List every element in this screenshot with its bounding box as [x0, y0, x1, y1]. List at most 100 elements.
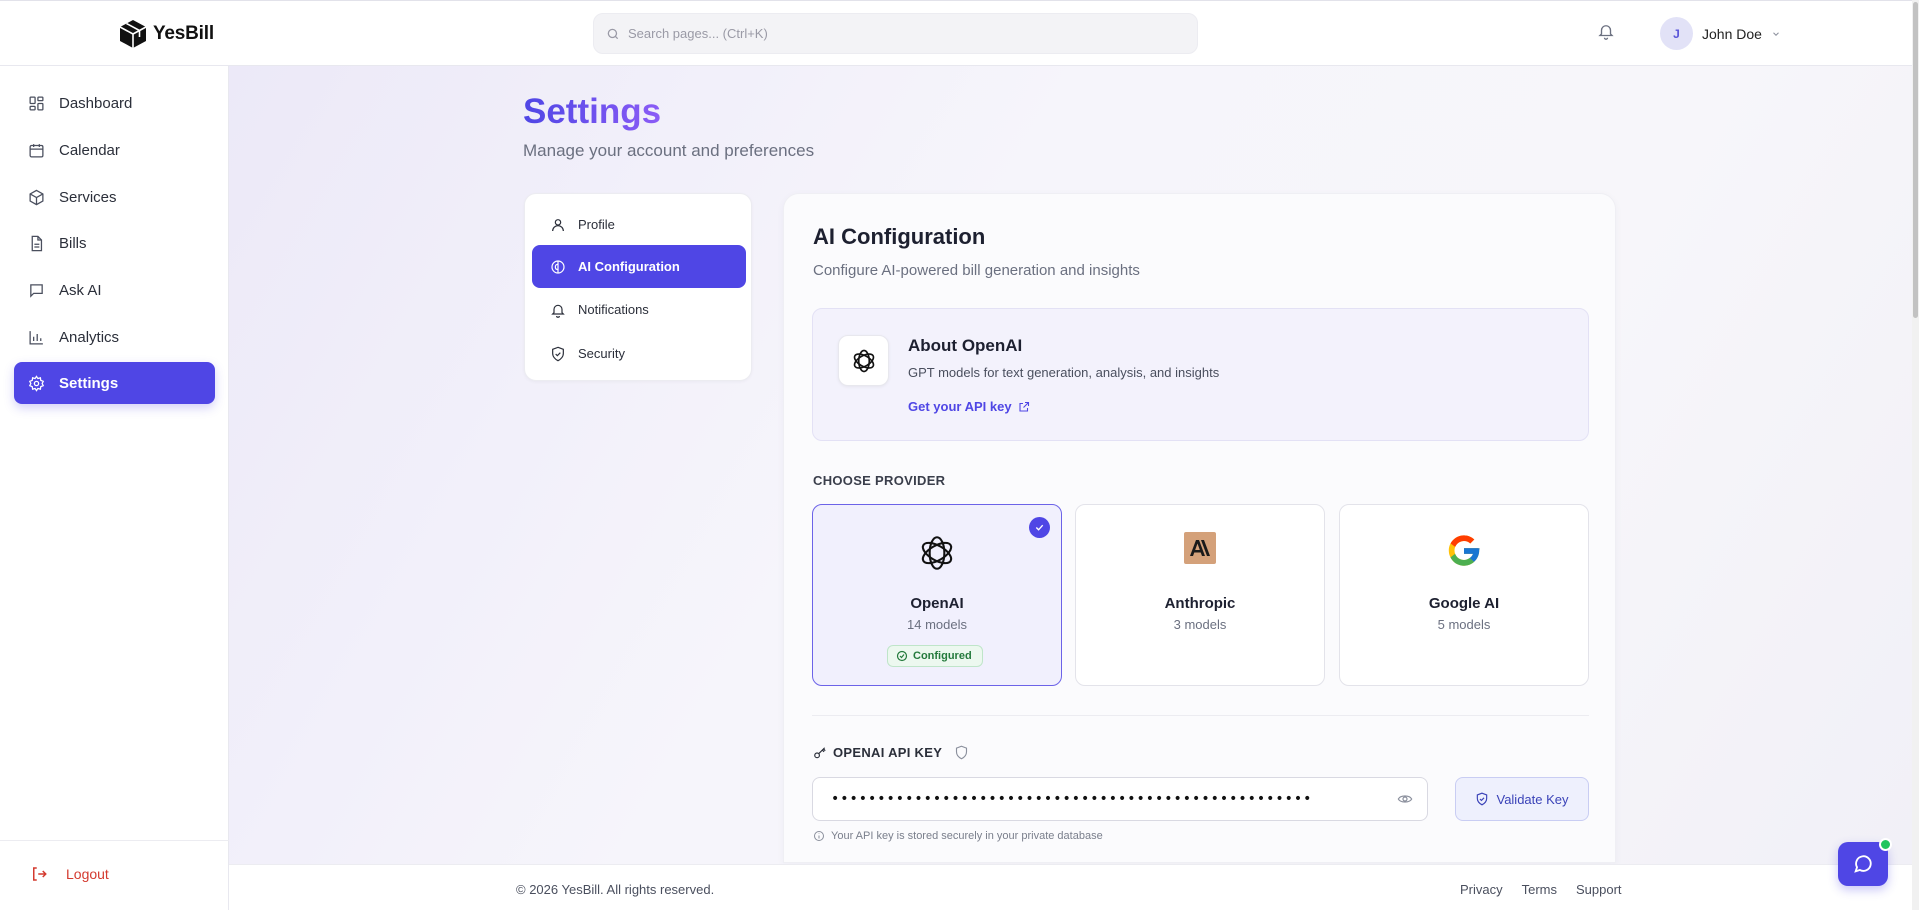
provider-card-anthropic[interactable]: Anthropic 3 models: [1075, 504, 1325, 686]
copyright-text: © 2026 YesBill. All rights reserved.: [516, 882, 715, 897]
footer-link-terms[interactable]: Terms: [1522, 882, 1557, 897]
provider-model-count: 5 models: [1437, 617, 1491, 632]
api-key-label-text: OPENAI API KEY: [833, 745, 943, 760]
page-scrollbar[interactable]: [1912, 0, 1919, 910]
chat-bubble-icon: [1854, 855, 1872, 873]
badge-label: Configured: [913, 650, 972, 662]
validate-key-label: Validate Key: [1496, 791, 1569, 807]
cube-logo-icon: [119, 20, 147, 48]
sidebar: Dashboard Calendar Services Bills Ask AI…: [0, 66, 229, 910]
settings-tab-security[interactable]: Security: [532, 332, 746, 375]
sidebar-item-label: Settings: [59, 374, 119, 392]
api-key-field[interactable]: [812, 777, 1428, 821]
chat-icon: [30, 283, 43, 298]
footer-links: Privacy Terms Support: [1460, 882, 1622, 897]
settings-tab-label: Security: [578, 346, 625, 361]
shield-icon: [552, 346, 564, 361]
settings-nav: Profile AI Configuration Notifications S…: [524, 193, 752, 381]
sidebar-item-calendar[interactable]: Calendar: [14, 129, 215, 171]
chevron-down-icon: [1773, 31, 1779, 36]
settings-tab-label: AI Configuration: [578, 259, 680, 274]
api-key-hint: Your API key is stored securely in your …: [813, 830, 1103, 842]
sidebar-item-label: Dashboard: [59, 94, 133, 112]
page-title: Settings: [523, 92, 662, 131]
calendar-icon: [29, 143, 44, 158]
shield-check-icon: [1477, 792, 1488, 806]
settings-tab-profile[interactable]: Profile: [532, 203, 746, 246]
sidebar-item-dashboard[interactable]: Dashboard: [14, 82, 215, 124]
sidebar-item-label: Calendar: [59, 141, 120, 159]
notifications-bell[interactable]: [1597, 21, 1615, 46]
eye-icon[interactable]: [1397, 791, 1413, 807]
bell-icon: [551, 304, 565, 318]
hint-text: Your API key is stored securely in your …: [831, 830, 1103, 842]
about-title: About OpenAI: [908, 336, 1023, 355]
bell-icon: [1598, 25, 1614, 40]
sidebar-footer: Logout: [0, 840, 229, 910]
user-menu[interactable]: J John Doe: [1660, 17, 1781, 50]
provider-card-google-ai[interactable]: Google AI 5 models: [1339, 504, 1589, 686]
avatar: J: [1660, 17, 1693, 50]
anthropic-icon: [1076, 532, 1324, 564]
api-key-label: OPENAI API KEY: [813, 745, 969, 760]
google-icon: [1340, 532, 1588, 570]
provider-name: OpenAI: [910, 595, 964, 612]
provider-name: Google AI: [1428, 595, 1500, 612]
online-status-dot: [1879, 838, 1892, 851]
sidebar-item-label: Services: [59, 188, 117, 206]
logout-icon: [33, 867, 47, 881]
settings-tab-ai-configuration[interactable]: AI Configuration: [532, 245, 746, 288]
get-api-key-link[interactable]: Get your API key: [908, 399, 1030, 414]
bar-chart-icon: [29, 330, 43, 345]
settings-tab-label: Notifications: [578, 302, 649, 317]
settings-tab-notifications[interactable]: Notifications: [532, 288, 746, 331]
section-divider: [812, 715, 1589, 716]
sidebar-item-services[interactable]: Services: [14, 176, 215, 218]
search-icon: [607, 28, 619, 39]
box-icon: [29, 189, 44, 205]
grid-icon: [29, 95, 44, 111]
openai-icon: [853, 349, 874, 372]
check-circle-icon: [896, 650, 908, 662]
settings-tab-label: Profile: [578, 217, 615, 232]
link-label: Get your API key: [908, 399, 1012, 414]
search-input[interactable]: [628, 26, 1168, 41]
choose-provider-label: CHOOSE PROVIDER: [813, 473, 946, 488]
sidebar-item-analytics[interactable]: Analytics: [14, 316, 215, 358]
ai-configuration-card: AI Configuration Configure AI-powered bi…: [783, 193, 1616, 863]
sidebar-item-label: Bills: [59, 234, 87, 252]
sidebar-item-label: Ask AI: [59, 281, 102, 299]
info-icon: [814, 831, 824, 841]
provider-model-count: 14 models: [907, 617, 967, 632]
provider-card-openai[interactable]: OpenAI 14 models Configured: [812, 504, 1062, 686]
external-link-icon: [1019, 401, 1029, 412]
about-description: GPT models for text generation, analysis…: [908, 365, 1220, 380]
chat-support-button[interactable]: [1838, 838, 1892, 886]
page-footer: © 2026 YesBill. All rights reserved. Pri…: [229, 864, 1912, 910]
brain-icon: [551, 259, 565, 274]
sidebar-item-bills[interactable]: Bills: [14, 222, 215, 264]
section-subtitle: Configure AI-powered bill generation and…: [813, 262, 1140, 279]
sidebar-item-label: Analytics: [59, 328, 120, 346]
logout-button[interactable]: Logout: [30, 865, 109, 883]
user-icon: [552, 218, 564, 231]
footer-link-privacy[interactable]: Privacy: [1460, 882, 1503, 897]
sidebar-item-ask-ai[interactable]: Ask AI: [14, 269, 215, 311]
brand-logo[interactable]: YesBill: [119, 19, 214, 49]
openai-icon: [813, 532, 1061, 574]
search-bar[interactable]: [593, 13, 1198, 54]
api-key-input[interactable]: [831, 791, 1371, 807]
about-provider-panel: About OpenAI GPT models for text generat…: [812, 308, 1589, 441]
scrollbar-thumb[interactable]: [1913, 2, 1918, 318]
sidebar-item-settings[interactable]: Settings: [14, 362, 215, 404]
configured-badge: Configured: [887, 645, 983, 667]
brand-name: YesBill: [153, 23, 214, 44]
top-header: YesBill J John Doe: [0, 0, 1912, 66]
shield-icon: [956, 745, 968, 760]
page-subtitle: Manage your account and preferences: [523, 141, 815, 160]
footer-link-support[interactable]: Support: [1576, 882, 1622, 897]
provider-name: Anthropic: [1164, 595, 1236, 612]
validate-key-button[interactable]: Validate Key: [1455, 777, 1589, 821]
key-icon: [814, 746, 826, 758]
user-name: John Doe: [1702, 25, 1762, 42]
